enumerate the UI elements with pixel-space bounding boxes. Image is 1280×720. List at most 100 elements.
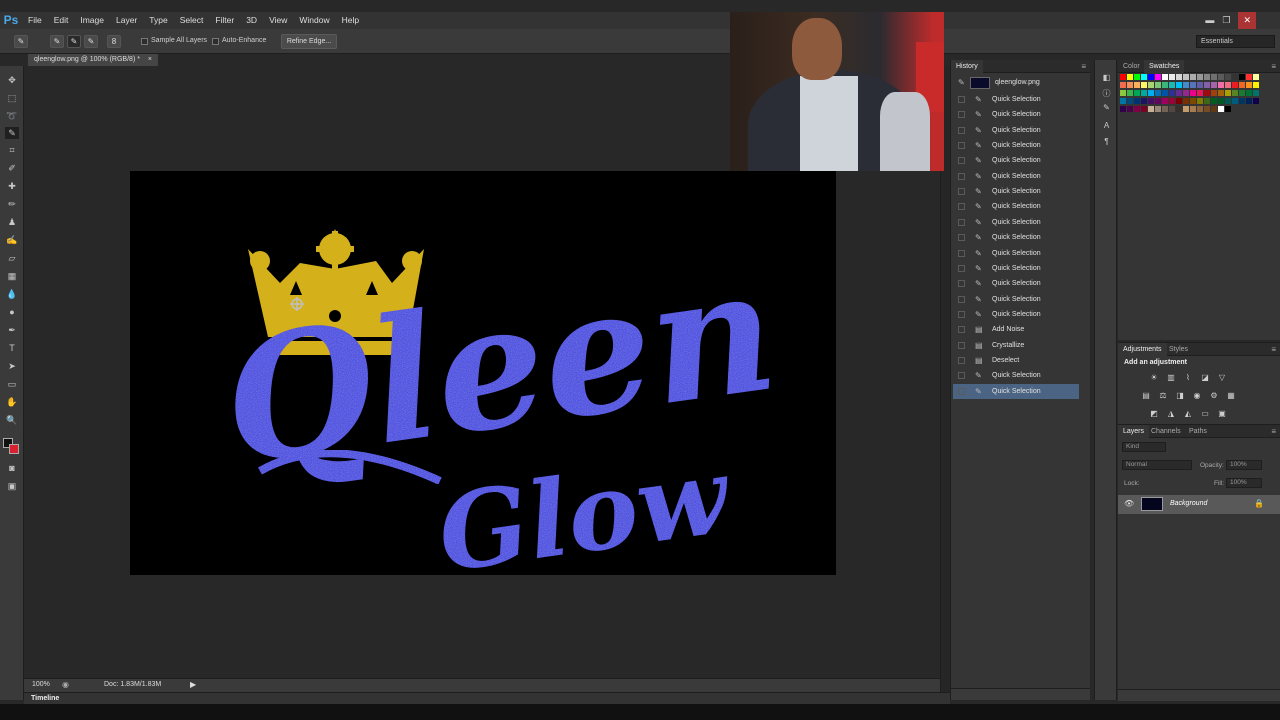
menu-type[interactable]: Type	[143, 12, 173, 29]
swatch[interactable]	[1169, 106, 1175, 112]
menu-view[interactable]: View	[263, 12, 293, 29]
swatch[interactable]	[1183, 106, 1189, 112]
swatch[interactable]	[1120, 74, 1126, 80]
workspace-select[interactable]: Essentials	[1196, 35, 1275, 48]
swatch[interactable]	[1127, 82, 1133, 88]
tab-history[interactable]: History	[951, 60, 983, 73]
brush-size-picker[interactable]: 8	[107, 35, 121, 48]
gradient-tool-icon[interactable]: ▦	[5, 270, 19, 282]
swatch[interactable]	[1148, 98, 1154, 104]
swatch[interactable]	[1246, 90, 1252, 96]
swatch[interactable]	[1155, 82, 1161, 88]
swatch[interactable]	[1218, 106, 1224, 112]
panel-menu-icon[interactable]: ≡	[1081, 62, 1086, 71]
history-source-checkbox[interactable]	[958, 280, 965, 288]
character-panel-icon[interactable]: A	[1100, 120, 1113, 131]
history-item[interactable]: ✎ Quick Selection	[953, 261, 1079, 276]
swatch[interactable]	[1162, 82, 1168, 88]
history-item[interactable]: ✎ Quick Selection	[953, 292, 1079, 307]
swatch[interactable]	[1239, 90, 1245, 96]
swatch[interactable]	[1169, 74, 1175, 80]
swatch[interactable]	[1155, 74, 1161, 80]
restore-button[interactable]: ❐	[1222, 12, 1230, 29]
vibrance-icon[interactable]: ▽	[1216, 373, 1228, 383]
document-tab[interactable]: qleenglow.png @ 100% (RGB/8) * ×	[28, 54, 158, 66]
swatch[interactable]	[1176, 82, 1182, 88]
color-balance-icon[interactable]: ⚖	[1157, 391, 1169, 401]
swatch[interactable]	[1204, 98, 1210, 104]
history-item[interactable]: ✎ Quick Selection	[953, 107, 1079, 122]
history-source-checkbox[interactable]	[958, 157, 965, 165]
menu-edit[interactable]: Edit	[48, 12, 75, 29]
swatch[interactable]	[1134, 106, 1140, 112]
menu-filter[interactable]: Filter	[209, 12, 240, 29]
visibility-eye-icon[interactable]: 👁	[1124, 499, 1134, 508]
hand-tool-icon[interactable]: ✋	[5, 396, 19, 408]
panel-menu-icon[interactable]: ≡	[1271, 62, 1276, 71]
history-source-checkbox[interactable]	[958, 326, 965, 334]
swatch[interactable]	[1211, 82, 1217, 88]
shape-tool-icon[interactable]: ▭	[5, 378, 19, 390]
history-brush-tool-icon[interactable]: ✍	[5, 234, 19, 246]
panel-menu-icon[interactable]: ≡	[1271, 345, 1276, 354]
history-item[interactable]: ▤ Add Noise	[953, 322, 1079, 337]
fill-field[interactable]: 100%	[1226, 478, 1262, 488]
swatch[interactable]	[1162, 90, 1168, 96]
brush-tool-icon[interactable]: ✏	[5, 198, 19, 210]
status-info-icon[interactable]: ◉	[62, 680, 69, 689]
swatch[interactable]	[1190, 74, 1196, 80]
move-tool-icon[interactable]: ✥	[5, 74, 19, 86]
swatch[interactable]	[1239, 82, 1245, 88]
quick-selection-preset-icon[interactable]: ✎	[14, 35, 28, 48]
quick-mask-icon[interactable]: ◙	[5, 462, 19, 474]
color-panel-icon[interactable]: ◧	[1100, 72, 1113, 83]
tab-swatches[interactable]: Swatches	[1144, 60, 1185, 73]
swatch[interactable]	[1134, 82, 1140, 88]
subtract-selection-icon[interactable]: ✎	[84, 35, 98, 48]
history-source-checkbox[interactable]	[958, 310, 965, 318]
paragraph-panel-icon[interactable]: ¶	[1100, 136, 1113, 147]
menu-image[interactable]: Image	[74, 12, 110, 29]
blur-tool-icon[interactable]: 💧	[5, 288, 19, 300]
history-source-checkbox[interactable]	[958, 234, 965, 242]
swatch[interactable]	[1204, 90, 1210, 96]
history-source-checkbox[interactable]	[958, 372, 965, 380]
history-item[interactable]: ✎ Quick Selection	[953, 92, 1079, 107]
swatch[interactable]	[1190, 106, 1196, 112]
layer-row-background[interactable]: 👁 Background 🔒	[1118, 495, 1280, 514]
swatch[interactable]	[1176, 106, 1182, 112]
swatch[interactable]	[1218, 98, 1224, 104]
panel-menu-icon[interactable]: ≡	[1271, 427, 1276, 436]
history-source-checkbox[interactable]	[958, 188, 965, 196]
levels-icon[interactable]: ▥	[1165, 373, 1177, 383]
menu-help[interactable]: Help	[336, 12, 365, 29]
tab-close-icon[interactable]: ×	[148, 56, 152, 63]
tab-styles[interactable]: Styles	[1164, 343, 1193, 356]
history-source-checkbox[interactable]	[958, 96, 965, 103]
pen-tool-icon[interactable]: ✒	[5, 324, 19, 336]
new-selection-icon[interactable]: ✎	[50, 35, 64, 48]
swatch[interactable]	[1197, 82, 1203, 88]
tab-layers[interactable]: Layers	[1118, 425, 1150, 438]
add-to-selection-icon[interactable]: ✎	[67, 35, 81, 48]
history-item[interactable]: ✎ Quick Selection	[953, 153, 1079, 168]
swatch[interactable]	[1134, 90, 1140, 96]
history-item[interactable]: ✎ Quick Selection	[953, 169, 1079, 184]
swatch[interactable]	[1197, 90, 1203, 96]
swatch[interactable]	[1176, 74, 1182, 80]
screen-mode-icon[interactable]: ▣	[5, 480, 19, 492]
swatch[interactable]	[1253, 82, 1259, 88]
history-item[interactable]: ✎ Quick Selection	[953, 383, 1079, 399]
photo-filter-icon[interactable]: ◉	[1191, 391, 1203, 401]
swatch[interactable]	[1127, 90, 1133, 96]
swatch[interactable]	[1204, 74, 1210, 80]
swatch[interactable]	[1246, 98, 1252, 104]
swatch[interactable]	[1225, 98, 1231, 104]
swatch[interactable]	[1127, 74, 1133, 80]
swatch[interactable]	[1120, 98, 1126, 104]
history-item[interactable]: ✎ Quick Selection	[953, 307, 1079, 322]
swatch[interactable]	[1162, 74, 1168, 80]
swatch[interactable]	[1232, 90, 1238, 96]
history-item[interactable]: ✎ Quick Selection	[953, 246, 1079, 261]
swatch[interactable]	[1183, 90, 1189, 96]
